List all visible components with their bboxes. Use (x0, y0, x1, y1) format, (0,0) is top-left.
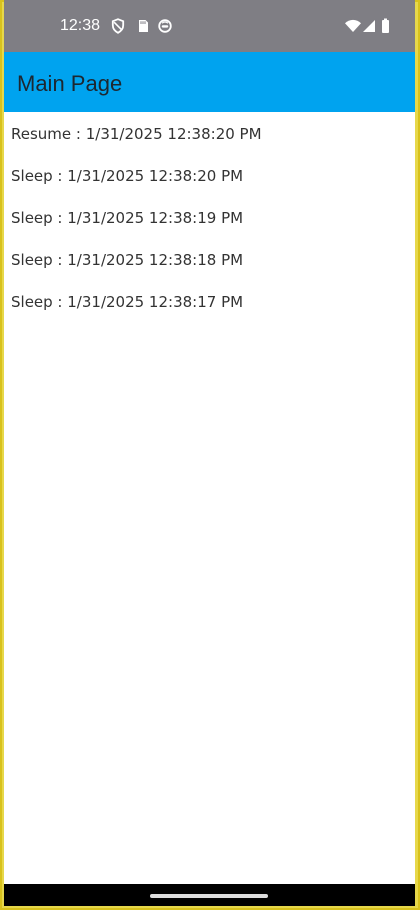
log-entry-sleep: Sleep : 1/31/2025 12:38:18 PM (11, 251, 244, 269)
sd-card-icon (135, 18, 151, 34)
phone-screen: 12:38 Main Page Resume: 1/31/2025 12:38… (4, 0, 415, 906)
log-entry-resume: Resume : 1/31/2025 12:38:20 PM (11, 125, 262, 143)
navigation-bar (4, 884, 415, 906)
lifecycle-log-list: Resume : 1/31/2025 12:38:20 PM Sleep : 1… (4, 112, 415, 322)
log-entry-sleep: Sleep : 1/31/2025 12:38:19 PM (11, 209, 244, 227)
battery-icon (381, 18, 390, 34)
status-time: 12:38 (60, 17, 101, 34)
main-content: Resume : 1/31/2025 12:38:20 PM Sleep : 1… (4, 112, 415, 884)
shield-icon (110, 18, 126, 34)
log-entry-sleep: Sleep : 1/31/2025 12:38:17 PM (11, 293, 244, 311)
wifi-icon (344, 18, 362, 34)
home-indicator[interactable] (150, 894, 268, 898)
status-bar: 12:38 (4, 0, 415, 52)
sync-status-icon (157, 18, 173, 34)
log-entry-sleep: Sleep : 1/31/2025 12:38:20 PM (11, 167, 244, 185)
app-bar: Main Page (4, 52, 415, 112)
cellular-signal-icon (362, 18, 376, 34)
page-title: Main Page (17, 71, 123, 96)
